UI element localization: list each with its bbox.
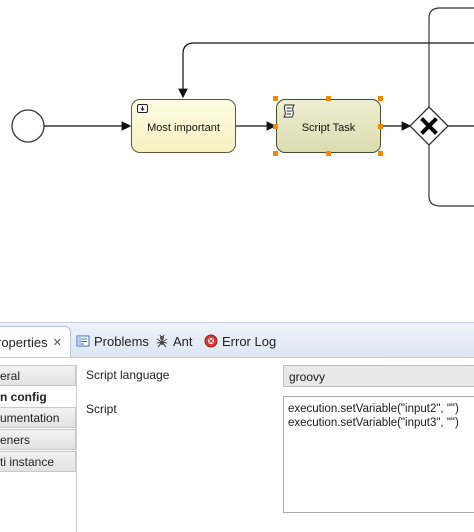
tab-label: roperties (0, 334, 48, 350)
error-log-icon (204, 334, 218, 348)
section-label: eners (0, 432, 31, 447)
tab-problems[interactable]: Problems (76, 331, 149, 351)
problems-icon (76, 334, 90, 348)
script-editor[interactable]: execution.setVariable("input2", "") exec… (283, 396, 474, 513)
tab-label: Ant (173, 333, 193, 349)
section-general[interactable]: eral (0, 365, 76, 386)
section-multi-instance[interactable]: ti instance (0, 451, 76, 472)
section-label: ti instance (0, 454, 55, 469)
diagram-connections (11, 7, 474, 207)
start-event[interactable] (11, 109, 45, 143)
properties-view: roperties ✕ Problems Ant Error Log eral … (0, 322, 474, 532)
resize-handle-s[interactable] (326, 151, 331, 156)
ant-icon (155, 334, 169, 348)
section-label: n config (0, 389, 47, 404)
gateway-upper-flow[interactable] (428, 7, 474, 107)
script-language-label: Script language (86, 368, 170, 382)
tab-label: Problems (94, 333, 149, 349)
gateway-lower-flow[interactable] (428, 145, 474, 207)
task-label: Most important (147, 122, 220, 134)
resize-handle-ne[interactable] (378, 96, 383, 101)
tab-ant[interactable]: Ant (155, 331, 193, 351)
script-label: Script (86, 402, 117, 416)
process-diagram-canvas[interactable]: Most important Script Task (0, 0, 474, 322)
script-language-field[interactable]: groovy (283, 365, 474, 387)
section-label: umentation (0, 410, 60, 425)
section-listeners[interactable]: eners (0, 429, 76, 450)
section-main-config[interactable]: n config (0, 386, 76, 407)
resize-handle-n[interactable] (326, 96, 331, 101)
resize-handle-w[interactable] (273, 124, 278, 129)
tab-error-log[interactable]: Error Log (204, 331, 276, 351)
sequence-flow-loop-back[interactable] (178, 42, 474, 99)
task-label: Script Task (301, 122, 356, 134)
properties-section-list: eral n config umentation eners ti instan… (0, 365, 77, 532)
resize-handle-nw[interactable] (273, 96, 278, 101)
section-label: eral (0, 368, 21, 383)
section-documentation[interactable]: umentation (0, 407, 76, 428)
tab-properties[interactable]: roperties ✕ (0, 326, 71, 357)
tab-label: Error Log (222, 333, 277, 349)
task-most-important[interactable]: Most important (131, 99, 236, 153)
close-icon[interactable]: ✕ (53, 336, 62, 349)
exclusive-gateway[interactable] (409, 106, 449, 146)
resize-handle-sw[interactable] (273, 151, 278, 156)
task-script-task[interactable]: Script Task (276, 99, 381, 153)
resize-handle-e[interactable] (378, 124, 383, 129)
resize-handle-se[interactable] (378, 151, 383, 156)
view-tab-bar: roperties ✕ Problems Ant Error Log (0, 323, 474, 358)
